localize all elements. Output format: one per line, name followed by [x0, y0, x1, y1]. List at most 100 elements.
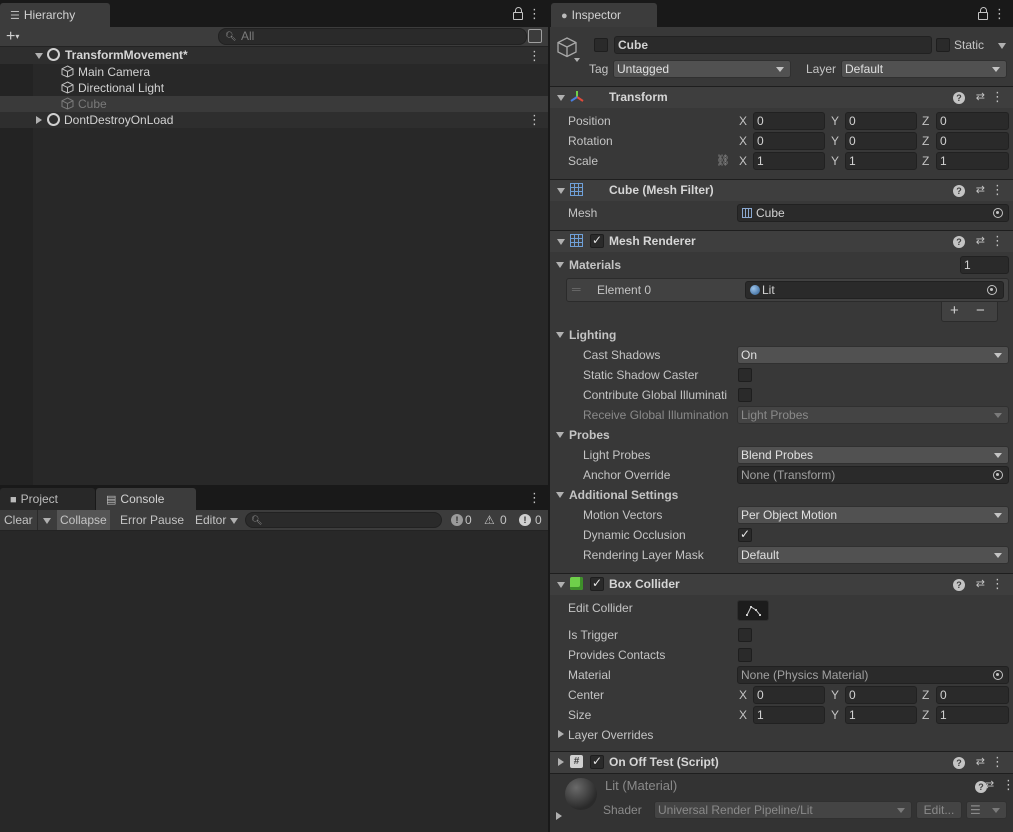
static-dropdown-icon[interactable] — [998, 43, 1006, 49]
gameobject-cube-icon[interactable] — [556, 36, 578, 60]
add-icon[interactable]: +▾ — [6, 27, 19, 46]
receive-gi-dropdown[interactable]: Light Probes — [737, 406, 1009, 424]
material-object-field[interactable]: Lit — [745, 281, 1004, 299]
tab-console[interactable]: ▤ Console — [96, 488, 196, 510]
clear-dropdown-icon[interactable] — [37, 510, 55, 530]
scale-x-field[interactable]: 1 — [753, 152, 825, 170]
scene-search-icon[interactable] — [528, 29, 542, 43]
warning-count[interactable]: 0 — [500, 510, 507, 530]
mesh-renderer-header[interactable]: Mesh Renderer ? ⇄ ⋮ — [550, 230, 1013, 252]
console-menu-icon[interactable]: ⋮ — [528, 490, 541, 506]
object-picker-icon[interactable] — [987, 285, 997, 295]
contribute-gi-checkbox[interactable] — [738, 388, 752, 402]
dynamic-occlusion-checkbox[interactable] — [738, 527, 752, 542]
preset-icon[interactable]: ⇄ — [976, 183, 985, 196]
hierarchy-item-directional-light[interactable]: Directional Light — [78, 80, 593, 96]
scene-foldout-icon[interactable] — [35, 53, 43, 59]
material-menu-icon[interactable]: ⋮ — [1002, 777, 1013, 793]
static-shadow-caster-checkbox[interactable] — [738, 368, 752, 382]
provides-contacts-checkbox[interactable] — [738, 648, 752, 662]
tab-hierarchy[interactable]: ☰ Hierarchy — [0, 3, 110, 27]
materials-foldout-icon[interactable] — [556, 262, 564, 268]
info-count[interactable]: 0 — [465, 510, 472, 530]
hierarchy-item-cube[interactable]: Cube — [78, 96, 593, 112]
object-name-input[interactable]: Cube — [614, 36, 932, 54]
help-icon[interactable]: ? — [953, 579, 965, 591]
help-icon[interactable]: ? — [953, 757, 965, 769]
probes-foldout-icon[interactable] — [556, 432, 564, 438]
preset-icon[interactable]: ⇄ — [985, 778, 994, 791]
preset-icon[interactable]: ⇄ — [976, 755, 985, 768]
transform-header[interactable]: Transform ? ⇄ ⋮ — [550, 86, 1013, 108]
position-x-field[interactable]: 0 — [753, 112, 825, 130]
tag-dropdown[interactable]: Untagged — [613, 60, 791, 78]
preset-icon[interactable]: ⇄ — [976, 577, 985, 590]
mesh-filter-header[interactable]: Cube (Mesh Filter) ? ⇄ ⋮ — [550, 179, 1013, 201]
layer-overrides-foldout-icon[interactable] — [558, 730, 564, 738]
object-picker-icon[interactable] — [993, 670, 1003, 680]
help-icon[interactable]: ? — [953, 236, 965, 248]
rotation-z-field[interactable]: 0 — [936, 132, 1009, 150]
console-search-input[interactable]: 🔍︎ — [245, 512, 442, 528]
help-icon[interactable]: ? — [953, 92, 965, 104]
rendering-layer-mask-dropdown[interactable]: Default — [737, 546, 1009, 564]
remove-element-button[interactable]: − — [976, 302, 985, 320]
scene-menu-icon[interactable]: ⋮ — [528, 48, 541, 64]
shader-dropdown[interactable]: Universal Render Pipeline/Lit — [654, 801, 912, 819]
additional-settings-foldout-icon[interactable] — [556, 492, 564, 498]
lighting-foldout-icon[interactable] — [556, 332, 564, 338]
component-menu-icon[interactable]: ⋮ — [991, 576, 1004, 592]
center-x-field[interactable]: 0 — [753, 686, 825, 704]
static-checkbox[interactable] — [936, 38, 950, 52]
preset-icon[interactable]: ⇄ — [976, 234, 985, 247]
object-picker-icon[interactable] — [993, 208, 1003, 218]
component-menu-icon[interactable]: ⋮ — [991, 182, 1004, 198]
collider-material-field[interactable]: None (Physics Material) — [737, 666, 1009, 684]
position-z-field[interactable]: 0 — [936, 112, 1009, 130]
center-z-field[interactable]: 0 — [936, 686, 1009, 704]
size-z-field[interactable]: 1 — [936, 706, 1009, 724]
inspector-menu-icon[interactable]: ⋮ — [993, 6, 1006, 22]
preset-icon[interactable]: ⇄ — [976, 90, 985, 103]
script-header[interactable]: # On Off Test (Script) ? ⇄ ⋮ — [550, 751, 1013, 773]
box-collider-enabled-checkbox[interactable] — [590, 576, 604, 591]
scene-name[interactable]: TransformMovement* — [65, 47, 188, 64]
collapse-button[interactable]: Collapse — [57, 510, 110, 530]
position-y-field[interactable]: 0 — [845, 112, 917, 130]
scale-z-field[interactable]: 1 — [936, 152, 1009, 170]
motion-vectors-dropdown[interactable]: Per Object Motion — [737, 506, 1009, 524]
hierarchy-menu-icon[interactable]: ⋮ — [528, 6, 541, 22]
lock-icon[interactable] — [513, 7, 523, 20]
materials-count-field[interactable]: 1 — [960, 256, 1009, 274]
help-icon[interactable]: ? — [953, 185, 965, 197]
clear-button[interactable]: Clear — [1, 510, 36, 530]
ddol-menu-icon[interactable]: ⋮ — [528, 112, 541, 128]
hierarchy-item-dontdestroyonload[interactable]: DontDestroyOnLoad — [64, 112, 579, 128]
error-count[interactable]: 0 — [535, 510, 542, 530]
tab-project[interactable]: ■ Project — [0, 488, 95, 510]
ddol-foldout-icon[interactable] — [36, 116, 42, 124]
edit-shader-button[interactable]: Edit... — [916, 801, 962, 819]
anchor-override-field[interactable]: None (Transform) — [737, 466, 1009, 484]
hierarchy-item-main-camera[interactable]: Main Camera — [78, 64, 593, 80]
component-menu-icon[interactable]: ⋮ — [991, 754, 1004, 770]
material-foldout-icon[interactable] — [556, 812, 562, 820]
rotation-y-field[interactable]: 0 — [845, 132, 917, 150]
error-pause-button[interactable]: Error Pause — [117, 510, 187, 530]
add-element-button[interactable]: + — [950, 302, 959, 320]
mesh-object-field[interactable]: Cube — [737, 204, 1009, 222]
is-trigger-checkbox[interactable] — [738, 628, 752, 642]
size-y-field[interactable]: 1 — [845, 706, 917, 724]
component-menu-icon[interactable]: ⋮ — [991, 89, 1004, 105]
cast-shadows-dropdown[interactable]: On — [737, 346, 1009, 364]
size-x-field[interactable]: 1 — [753, 706, 825, 724]
tab-inspector[interactable]: ● Inspector — [551, 3, 657, 27]
active-checkbox[interactable] — [594, 38, 608, 52]
scale-y-field[interactable]: 1 — [845, 152, 917, 170]
box-collider-header[interactable]: Box Collider ? ⇄ ⋮ — [550, 573, 1013, 595]
mesh-renderer-enabled-checkbox[interactable] — [590, 233, 604, 248]
component-menu-icon[interactable]: ⋮ — [991, 233, 1004, 249]
shader-options-dropdown[interactable]: ☰ — [966, 801, 1007, 819]
script-enabled-checkbox[interactable] — [590, 754, 604, 769]
drag-handle-icon[interactable]: ═ — [572, 282, 581, 296]
